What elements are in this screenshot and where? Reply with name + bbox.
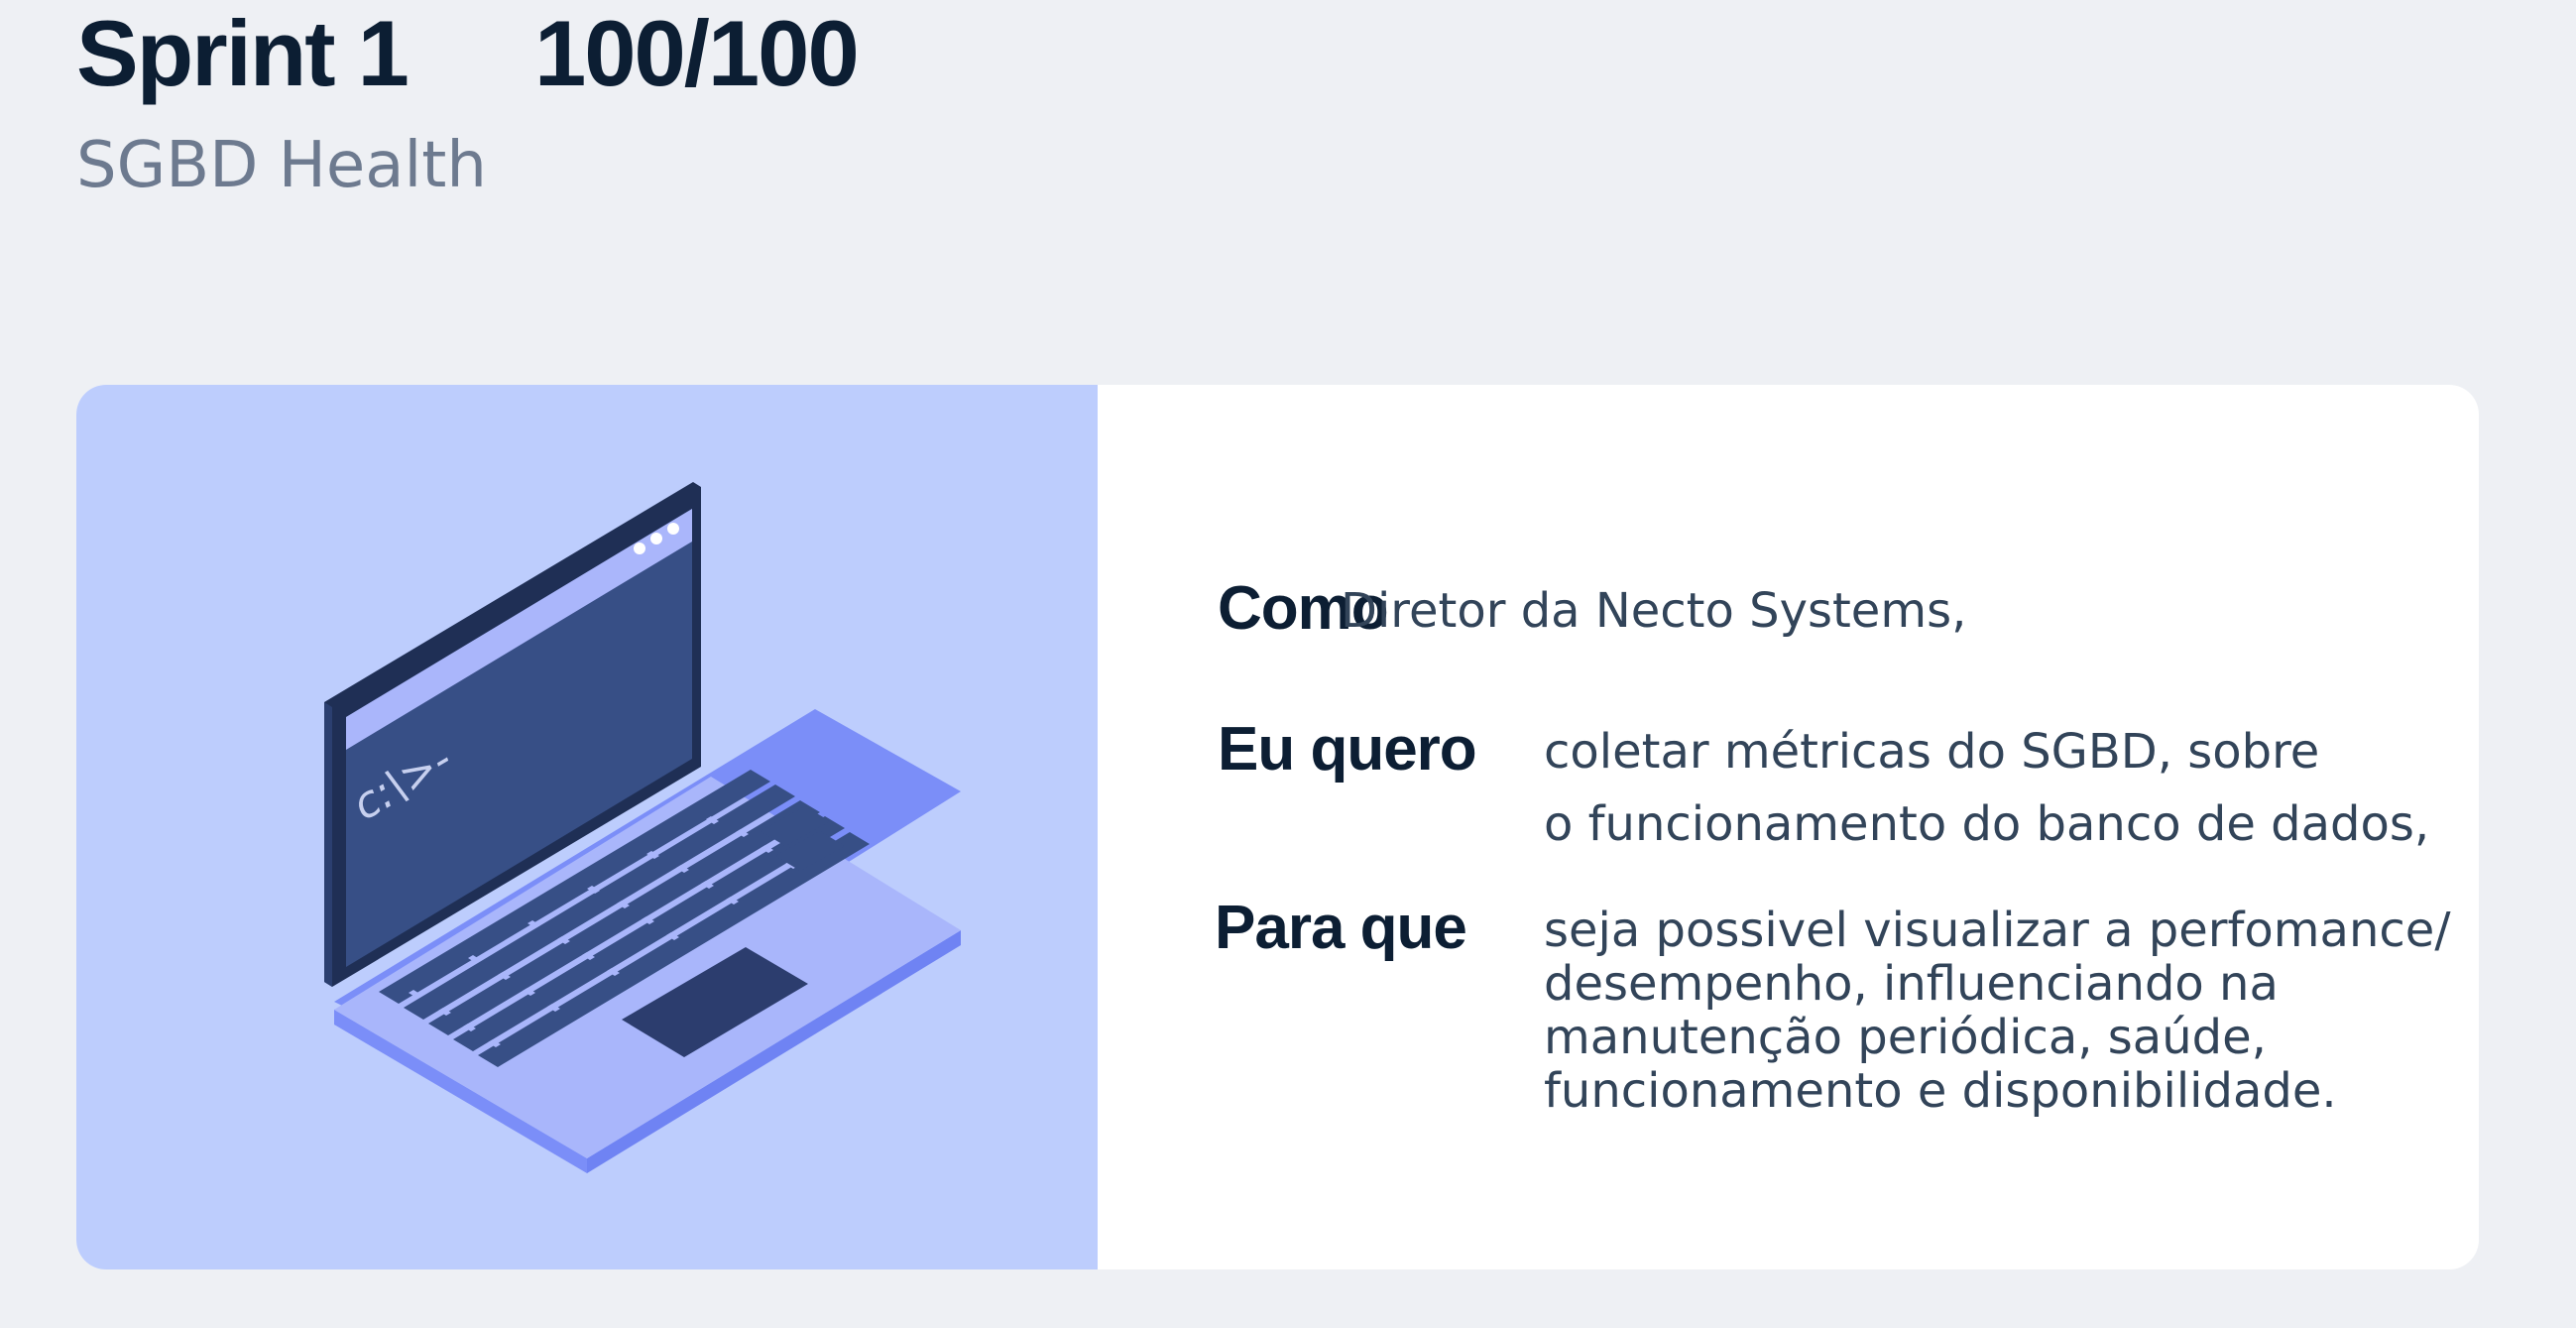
- para-que-label: Para que: [1215, 894, 1467, 962]
- illustration-panel: c:\>-: [76, 385, 1098, 1269]
- para-que-text-line-3: manutenção periódica, saúde,: [1544, 1010, 2267, 1065]
- sprint-title: Sprint 1: [76, 1, 410, 105]
- laptop-terminal-icon: c:\>-: [324, 482, 961, 1173]
- story-content: Como Diretor da Necto Systems, Eu quero …: [1098, 385, 2479, 1269]
- eu-quero-label: Eu quero: [1218, 715, 1477, 784]
- user-story-card: c:\>- Como Diretor da Necto Systems, Eu …: [76, 385, 2479, 1269]
- project-subtitle: SGBD Health: [76, 129, 487, 202]
- para-que-text-line-1: seja possivel visualizar a perfomance/: [1544, 903, 2451, 958]
- title-row: Sprint 1 100/100: [76, 0, 860, 107]
- sprint-score: 100/100: [533, 1, 860, 105]
- como-text: Diretor da Necto Systems,: [1341, 583, 1967, 639]
- page-header: Sprint 1 100/100 SGBD Health: [76, 0, 860, 204]
- eu-quero-text-line-1: coletar métricas do SGBD, sobre: [1544, 724, 2320, 780]
- para-que-text-line-4: funcionamento e disponibilidade.: [1544, 1063, 2337, 1119]
- eu-quero-text-line-2: o funcionamento do banco de dados,: [1544, 796, 2430, 852]
- para-que-text-line-2: desempenho, influenciando na: [1544, 956, 2279, 1012]
